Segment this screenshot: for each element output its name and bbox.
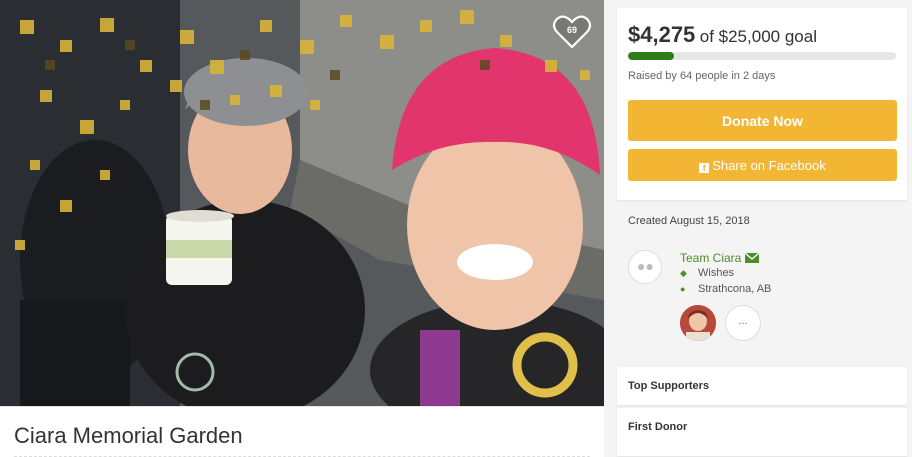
- facebook-icon: f: [699, 162, 710, 173]
- tag-icon: ◆: [680, 268, 687, 278]
- created-date: Created August 15, 2018: [628, 215, 750, 227]
- favorite-count: 69: [566, 25, 577, 35]
- progress-fill: [628, 52, 674, 60]
- member-avatar[interactable]: [680, 305, 716, 341]
- group-icon: ●●: [637, 258, 654, 274]
- team-name-link[interactable]: Team Ciara: [680, 251, 741, 265]
- category-line: ◆ Wishes: [680, 267, 734, 279]
- favorite-button[interactable]: 69: [552, 14, 592, 50]
- donation-card: $4,275 of $25,000 goal Raised by 64 peop…: [617, 8, 907, 200]
- raised-amount: $4,275: [628, 22, 696, 47]
- first-donor-heading: First Donor: [628, 421, 688, 433]
- organizer-avatar[interactable]: ●●: [628, 250, 662, 284]
- raised-by-text: Raised by 64 people in 2 days: [628, 70, 776, 82]
- member-avatar-image: [680, 305, 716, 341]
- location-pin-icon: ●: [680, 284, 686, 294]
- share-facebook-button[interactable]: f Share on Facebook: [628, 149, 897, 181]
- share-facebook-label: Share on Facebook: [712, 157, 826, 173]
- first-donor-section: First Donor: [617, 408, 907, 456]
- campaign-title: Ciara Memorial Garden: [14, 423, 243, 448]
- location-line: ● Strathcona, AB: [680, 283, 771, 295]
- raised-summary: $4,275 of $25,000 goal: [628, 22, 817, 48]
- envelope-icon[interactable]: [745, 253, 759, 263]
- progress-bar: [628, 52, 896, 60]
- location-text: Strathcona, AB: [698, 283, 772, 295]
- campaign-photo: 69: [0, 0, 604, 406]
- top-supporters-section: Top Supporters: [617, 367, 907, 405]
- category-text[interactable]: Wishes: [698, 267, 734, 279]
- photo-illustration: [0, 0, 604, 406]
- top-supporters-heading: Top Supporters: [628, 380, 710, 392]
- more-members-button[interactable]: ...: [725, 305, 761, 341]
- campaign-title-bar: Ciara Memorial Garden: [0, 406, 604, 457]
- donate-now-button[interactable]: Donate Now: [628, 100, 897, 141]
- goal-text: of $25,000 goal: [699, 27, 817, 46]
